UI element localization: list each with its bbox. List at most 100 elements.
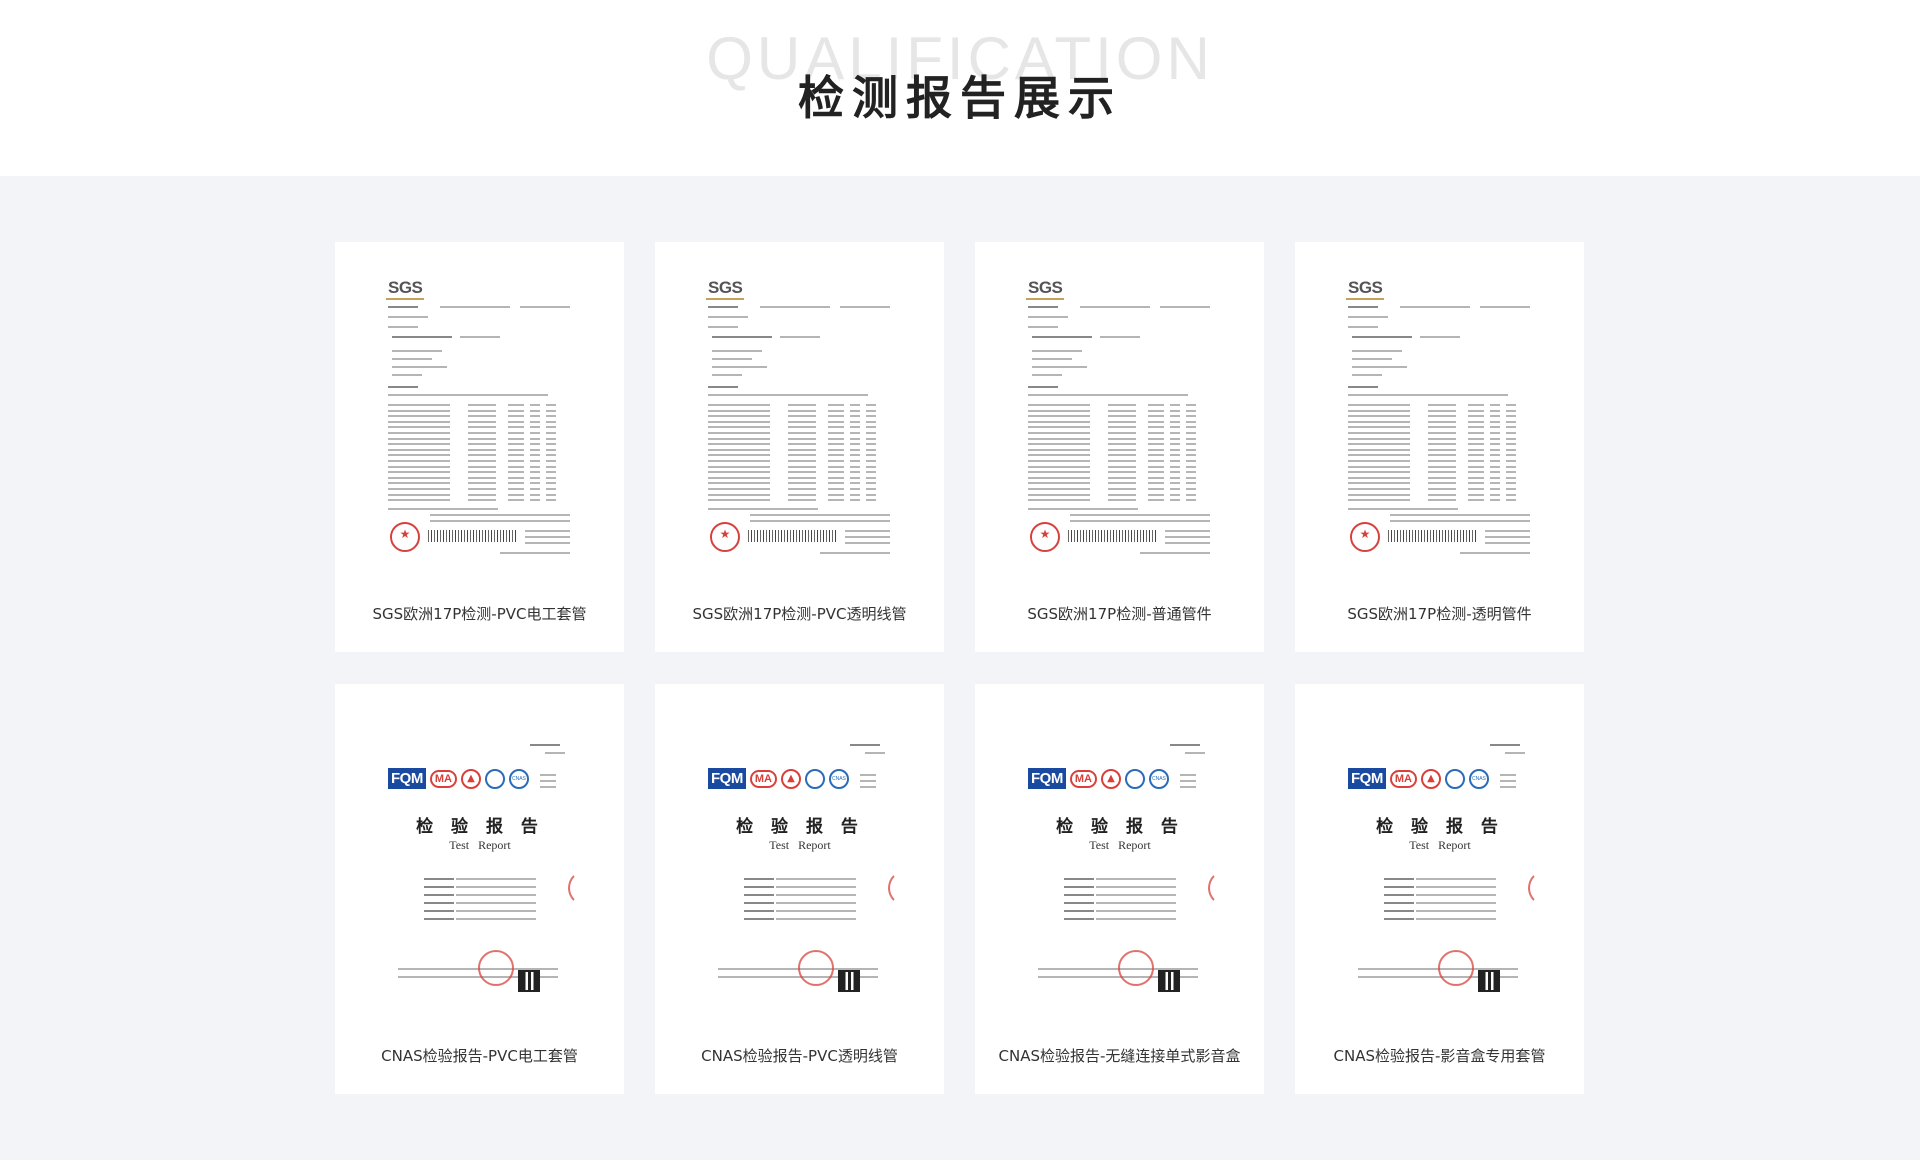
doc-text-line: [1186, 482, 1196, 485]
doc-text-line: [520, 306, 570, 308]
doc-text-line: [1468, 437, 1484, 440]
doc-text-line: [388, 476, 450, 479]
certification-logos: FQM MA ▲ CNAS: [1028, 768, 1169, 789]
doc-text-line: [1428, 471, 1456, 474]
document-subtitle: Test Report: [1409, 838, 1471, 852]
doc-text-line: [468, 437, 496, 440]
doc-text-line: [1352, 336, 1412, 338]
doc-text-line: [1028, 499, 1090, 502]
doc-text-line: [1348, 476, 1410, 479]
doc-text-line: [850, 460, 860, 462]
doc-text-line: [1108, 454, 1136, 457]
doc-text-line: [1148, 404, 1164, 406]
doc-text-line: [530, 465, 540, 468]
doc-text-line: [1428, 432, 1456, 434]
doc-text-line: [508, 404, 524, 406]
doc-text-line: [1416, 910, 1496, 912]
doc-text-line: [1186, 493, 1196, 496]
doc-text-line: [712, 366, 767, 368]
report-card[interactable]: SGS SGS欧洲17P检测-PVC透明线管: [655, 242, 944, 652]
doc-text-line: [1384, 902, 1414, 904]
doc-text-line: [1096, 902, 1176, 904]
doc-text-line: [1468, 499, 1484, 502]
doc-text-line: [744, 902, 774, 904]
red-seal-icon: [798, 950, 834, 986]
doc-text-line: [1348, 386, 1378, 388]
doc-text-line: [392, 358, 432, 360]
doc-text-line: [1028, 493, 1090, 496]
qr-code-icon: [838, 970, 860, 992]
report-card[interactable]: SGS SGS欧洲17P检测-普通管件: [975, 242, 1264, 652]
doc-text-line: [788, 437, 816, 440]
doc-text-line: [1390, 520, 1530, 522]
report-card[interactable]: FQM MA ▲ CNAS 检 验 报 告 Test Report CNAS检验报告-PVC…: [335, 684, 624, 1094]
doc-text-line: [850, 482, 860, 485]
doc-text-line: [1428, 415, 1456, 418]
doc-text-line: [1505, 752, 1525, 754]
doc-text-line: [708, 476, 770, 479]
report-card[interactable]: FQM MA ▲ CNAS 检 验 报 告 Test Report CNAS检验报告-PVC…: [655, 684, 944, 1094]
document-subtitle: Test Report: [1089, 838, 1151, 852]
doc-text-line: [1506, 482, 1516, 485]
report-card[interactable]: SGS SGS欧洲17P检测-PVC电工套管: [335, 242, 624, 652]
report-card[interactable]: SGS SGS欧洲17P检测-透明管件: [1295, 242, 1584, 652]
doc-text-line: [708, 306, 738, 308]
doc-text-line: [1170, 448, 1180, 451]
document-title: 检 验 报 告: [416, 817, 544, 837]
doc-text-line: [1108, 488, 1136, 490]
doc-text-line: [1468, 432, 1484, 434]
doc-text-line: [1468, 420, 1484, 423]
doc-text-line: [708, 437, 770, 440]
doc-text-line: [1108, 409, 1136, 412]
cnas-logo: CNAS: [508, 768, 529, 789]
report-document-image: FQM MA ▲ CNAS 检 验 报 告 Test Report: [380, 712, 580, 1002]
doc-text-line: [1428, 404, 1456, 406]
doc-text-line: [1028, 326, 1058, 328]
doc-text-line: [1170, 744, 1200, 746]
doc-text-line: [866, 404, 876, 406]
doc-text-line: [744, 878, 774, 880]
section-title: 检测报告展示: [798, 71, 1122, 125]
certification-logos: FQM MA ▲ CNAS: [388, 768, 529, 789]
report-card[interactable]: FQM MA ▲ CNAS 检 验 报 告 Test Report CNAS检验报告-无缝连…: [975, 684, 1264, 1094]
doc-text-line: [1032, 350, 1082, 352]
doc-text-line: [1028, 443, 1090, 446]
doc-text-line: [546, 448, 556, 451]
doc-text-line: [468, 448, 496, 451]
doc-text-line: [1348, 409, 1410, 412]
doc-text-line: [1170, 404, 1180, 406]
doc-text-line: [788, 454, 816, 457]
doc-text-line: [1506, 493, 1516, 496]
doc-text-line: [1148, 426, 1164, 429]
doc-text-line: [1165, 530, 1210, 532]
doc-text-line: [708, 499, 770, 502]
doc-text-line: [1096, 918, 1176, 920]
ilac-logo-icon: [804, 768, 825, 789]
doc-text-line: [456, 894, 536, 896]
doc-text-line: [1500, 786, 1516, 788]
doc-text-line: [1108, 415, 1136, 418]
doc-text-line: [468, 493, 496, 496]
doc-text-line: [866, 443, 876, 446]
doc-text-line: [1490, 426, 1500, 429]
doc-text-line: [744, 918, 774, 920]
report-document-image: FQM MA ▲ CNAS 检 验 报 告 Test Report: [1020, 712, 1220, 1002]
doc-text-line: [708, 316, 748, 318]
doc-text-line: [1148, 465, 1164, 468]
cnas-logo: CNAS: [1468, 768, 1489, 789]
doc-text-line: [708, 482, 770, 485]
ilac-logo-icon: [1124, 768, 1145, 789]
doc-text-line: [546, 465, 556, 468]
doc-text-line: [1064, 910, 1094, 912]
doc-text-line: [708, 508, 818, 510]
doc-text-line: [388, 482, 450, 485]
doc-text-line: [1028, 394, 1188, 396]
doc-text-line: [1186, 460, 1196, 462]
report-document-image: SGS: [1340, 270, 1540, 560]
doc-text-line: [708, 465, 770, 468]
doc-text-line: [866, 420, 876, 423]
doc-text-line: [828, 426, 844, 429]
doc-text-line: [860, 780, 876, 782]
barcode: [1388, 530, 1478, 542]
report-card[interactable]: FQM MA ▲ CNAS 检 验 报 告 Test Report CNAS检验报告-影音盒…: [1295, 684, 1584, 1094]
